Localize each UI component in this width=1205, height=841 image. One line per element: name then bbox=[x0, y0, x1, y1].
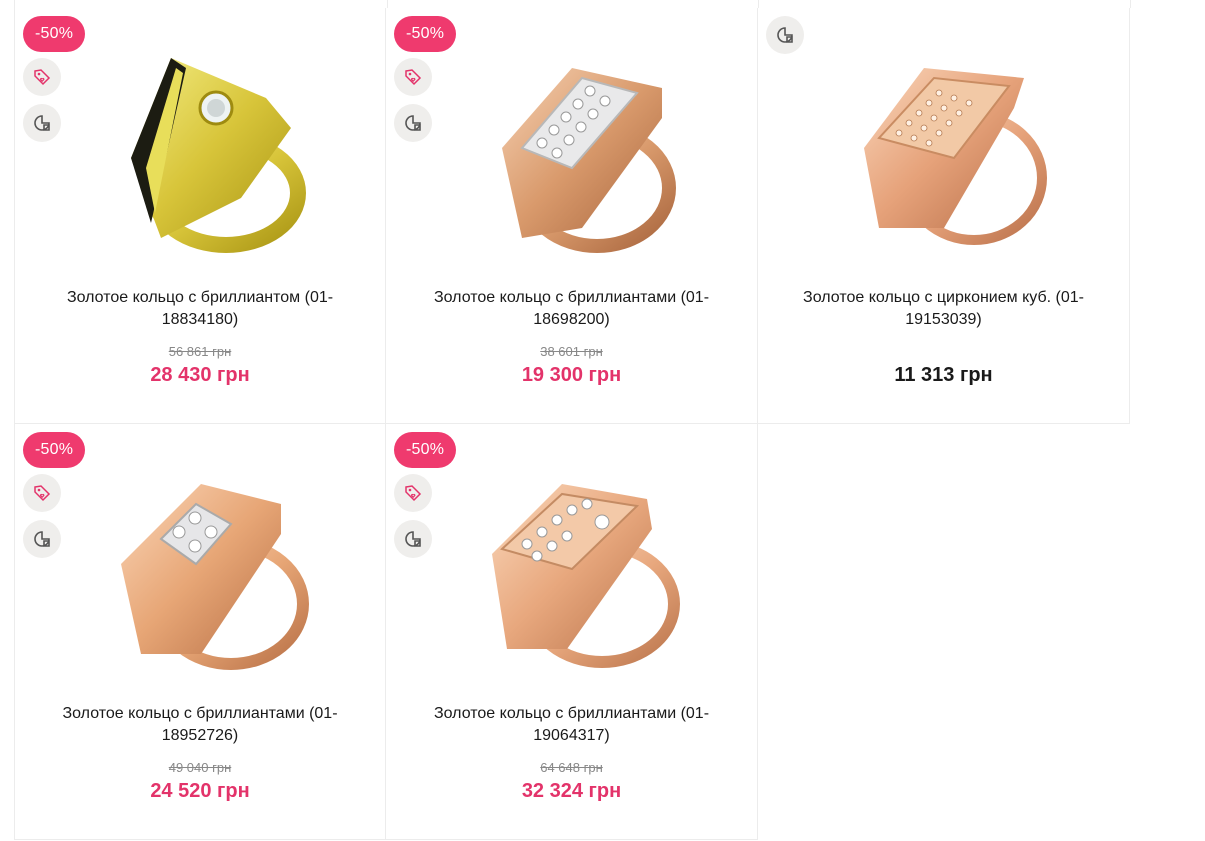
old-price: 64 648 грн bbox=[540, 760, 603, 775]
discount-badge: -50% bbox=[23, 432, 86, 468]
compare-icon[interactable] bbox=[394, 104, 432, 142]
price: 11 313 грн bbox=[894, 364, 993, 386]
tag-heart-icon[interactable] bbox=[394, 58, 432, 96]
product-card[interactable]: -50% Золотое кольцо с бриллиантом (01-18… bbox=[14, 8, 386, 424]
product-card[interactable]: Золотое кольцо с цирконием куб. (01-1915… bbox=[758, 8, 1130, 424]
tag-heart-icon[interactable] bbox=[23, 58, 61, 96]
tag-heart-icon[interactable] bbox=[394, 474, 432, 512]
tag-heart-icon[interactable] bbox=[23, 474, 61, 512]
compare-icon[interactable] bbox=[394, 520, 432, 558]
product-title[interactable]: Золотое кольцо с бриллиантами (01-189527… bbox=[39, 703, 361, 747]
product-card[interactable]: -50% Золотое кольцо с бриллиантами (01-1… bbox=[386, 424, 758, 840]
product-image[interactable] bbox=[91, 444, 311, 684]
product-title[interactable]: Золотое кольцо с бриллиантами (01-190643… bbox=[410, 703, 733, 747]
top-separator bbox=[14, 0, 1132, 8]
product-title[interactable]: Золотое кольцо с цирконием куб. (01-1915… bbox=[782, 287, 1105, 331]
sale-price: 19 300 грн bbox=[521, 364, 622, 386]
compare-icon[interactable] bbox=[766, 16, 804, 54]
discount-badge: -50% bbox=[23, 16, 86, 52]
compare-icon[interactable] bbox=[23, 520, 61, 558]
product-card[interactable]: -50% Золотое кольцо с бриллиантами (01-1… bbox=[386, 8, 758, 424]
product-image[interactable] bbox=[462, 444, 682, 684]
old-price: 56 861 грн bbox=[168, 344, 232, 359]
compare-icon[interactable] bbox=[23, 104, 61, 142]
product-card[interactable]: -50% Золотое кольцо с бриллиантами (01-1… bbox=[14, 424, 386, 840]
discount-badge: -50% bbox=[394, 16, 457, 52]
sale-price: 32 324 грн bbox=[521, 780, 622, 802]
product-image[interactable] bbox=[834, 28, 1054, 268]
old-price: 38 601 грн bbox=[540, 344, 603, 359]
discount-badge: -50% bbox=[394, 432, 457, 468]
sale-price: 28 430 грн bbox=[150, 364, 250, 386]
sale-price: 24 520 грн bbox=[150, 780, 250, 802]
product-title[interactable]: Золотое кольцо с бриллиантами (01-186982… bbox=[410, 287, 733, 331]
old-price: 49 040 грн bbox=[168, 760, 232, 775]
product-image[interactable] bbox=[462, 28, 682, 268]
product-title[interactable]: Золотое кольцо с бриллиантом (01-1883418… bbox=[39, 287, 361, 331]
product-image[interactable] bbox=[91, 28, 311, 268]
